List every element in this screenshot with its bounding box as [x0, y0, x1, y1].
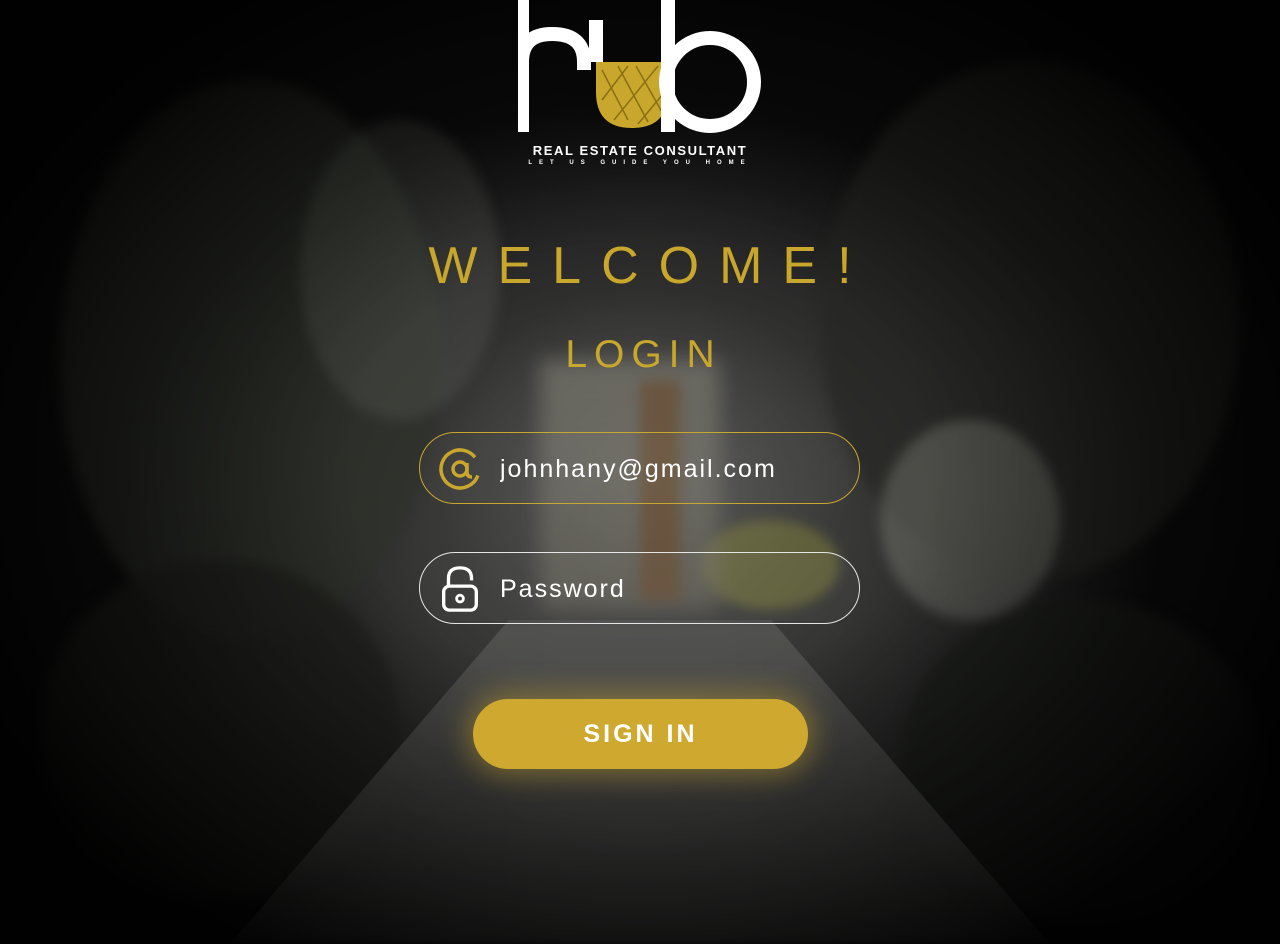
padlock-icon: [442, 566, 478, 612]
brand-tagline: REAL ESTATE CONSULTANT: [532, 143, 748, 158]
email-input[interactable]: [500, 443, 840, 495]
at-sign-icon: [439, 448, 481, 490]
sign-in-button[interactable]: SIGN IN: [473, 699, 808, 769]
brand-subtagline: LET US GUIDE YOU HOME: [528, 160, 752, 166]
welcome-heading: WELCOME!: [428, 237, 872, 295]
password-field[interactable]: [419, 552, 860, 624]
hub-logo-icon: [518, 0, 761, 133]
email-field[interactable]: [419, 432, 860, 504]
login-heading: LOGIN: [565, 333, 722, 376]
login-screen: REAL ESTATE CONSULTANT LET US GUIDE YOU …: [0, 0, 1280, 944]
hub-logo: REAL ESTATE CONSULTANT LET US GUIDE YOU …: [518, 0, 762, 172]
password-input[interactable]: [500, 563, 840, 615]
